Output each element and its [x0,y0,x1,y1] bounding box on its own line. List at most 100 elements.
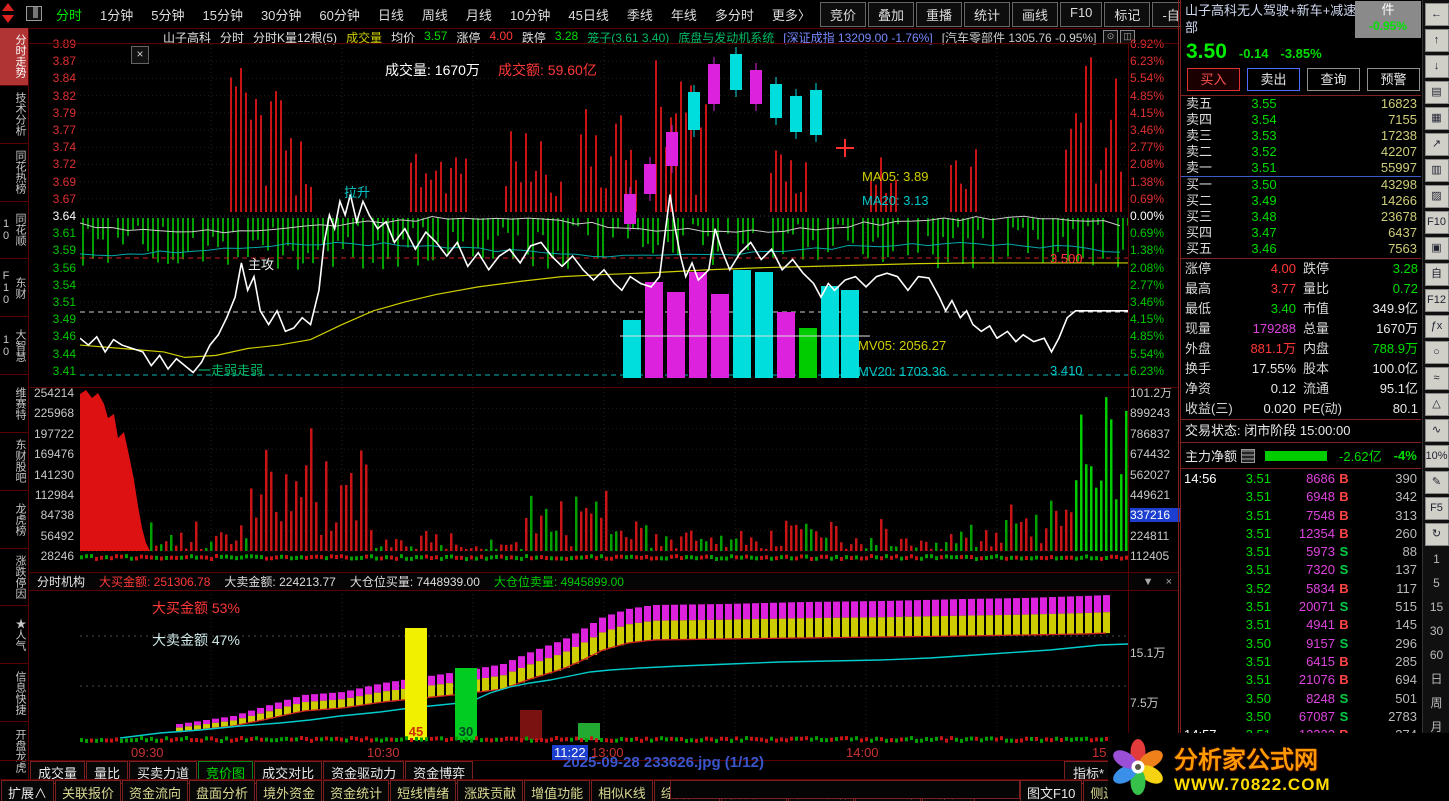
toolbar-icon-▤[interactable]: ▤ [1424,81,1449,104]
order-book-row[interactable]: 买三 3.48 23678 [1181,209,1421,225]
menubar-period[interactable]: 1分钟 [92,2,141,27]
toolbar-period-日[interactable]: 日 [1426,669,1448,690]
main-intraday-chart[interactable] [80,44,1128,388]
trade-row[interactable]: 3.51 7320 S 137 [1181,561,1421,579]
trade-row[interactable]: 3.51 20071 S 515 [1181,598,1421,616]
tab-短线情绪[interactable]: 短线情绪 [390,780,457,801]
menubar-period[interactable]: 日线 [370,2,412,27]
order-book-row[interactable]: 卖三 3.53 17238 [1181,128,1421,144]
order-book-row[interactable]: 卖一 3.51 55997 [1181,160,1421,176]
toolbar-icon-自[interactable]: 自 [1424,263,1449,286]
toolbar-icon-↑[interactable]: ↑ [1424,29,1449,52]
trade-row[interactable]: 3.51 6948 B 342 [1181,488,1421,506]
trade-row[interactable]: 3.51 7548 B 313 [1181,507,1421,525]
toolbar-icon-10%[interactable]: 10% [1424,445,1449,468]
trade-row[interactable]: 3.50 67087 S 2783 [1181,708,1421,726]
toolbar-period-周[interactable]: 周 [1426,693,1448,714]
trade-row[interactable]: 3.51 6415 B 285 [1181,653,1421,671]
menubar-period[interactable]: 季线 [619,2,661,27]
menubar-tool[interactable]: 画线 [1012,1,1059,27]
menubar-period[interactable]: 10分钟 [502,2,558,27]
toolbar-icon-△[interactable]: △ [1424,393,1449,416]
sidebar-item[interactable]: 涨跌停因 [0,549,28,607]
sidebar-item[interactable]: 技术分析 [0,86,28,144]
toolbar-icon-F5[interactable]: F5 [1424,497,1449,520]
menubar-tool[interactable]: 叠加 [867,1,914,27]
menubar-period[interactable]: 周线 [414,2,456,27]
menubar-period[interactable]: 更多〉 [764,2,819,27]
doc-icon[interactable] [1241,448,1256,463]
toolbar-period-15[interactable]: 15 [1426,597,1448,618]
tab-增值功能[interactable]: 增值功能 [524,780,591,801]
order-book-row[interactable]: 买五 3.46 7563 [1181,241,1421,257]
toolbar-icon-↗[interactable]: ↗ [1424,133,1449,156]
sidebar-item[interactable]: 龙虎榜 [0,491,28,549]
tab-资金流向[interactable]: 资金流向 [122,780,189,801]
sub-close-icon[interactable]: × [1166,576,1172,588]
collapse-icon[interactable]: ▼ [1143,576,1154,588]
trade-row[interactable]: 14:56 3.51 8686 B 390 [1181,470,1421,488]
button-卖出[interactable]: 卖出 [1247,68,1300,91]
sidebar-item[interactable]: ★人气 [0,606,28,665]
trade-row[interactable]: 3.51 21076 B 694 [1181,671,1421,689]
toolbar-icon-F10[interactable]: F10 [1424,211,1449,234]
sidebar-item[interactable]: 维赛特 [0,375,28,433]
toolbar-icon-∿[interactable]: ∿ [1424,419,1449,442]
header-pin-icon[interactable]: ⊙ [1103,30,1118,44]
sidebar-item[interactable]: 同花热榜 [0,144,28,202]
menubar-period[interactable]: 45日线 [560,2,616,27]
menubar-period[interactable]: 15分钟 [194,2,250,27]
sidebar-item[interactable]: 信息快捷 [0,664,28,723]
toolbar-icon-▨[interactable]: ▨ [1424,185,1449,208]
order-book-row[interactable]: 卖五 3.55 16823 [1181,96,1421,112]
order-book-row[interactable]: 卖四 3.54 7155 [1181,112,1421,128]
toolbar-icon-≈[interactable]: ≈ [1424,367,1449,390]
toolbar-period-60[interactable]: 60 [1426,645,1448,666]
menubar-tool[interactable]: 竞价 [819,1,866,27]
toolbar-period-30[interactable]: 30 [1426,621,1448,642]
trade-row[interactable]: 3.50 8248 S 501 [1181,690,1421,708]
button-买入[interactable]: 买入 [1187,68,1240,91]
menubar-period[interactable]: 5分钟 [143,2,192,27]
button-查询[interactable]: 查询 [1307,68,1360,91]
sidebar-item[interactable]: 开盘龙虎 [0,722,28,780]
menubar-period[interactable]: 30分钟 [253,2,309,27]
trade-row[interactable]: 3.51 4941 B 145 [1181,616,1421,634]
menubar-tool[interactable]: 重播 [915,1,962,27]
menubar-period[interactable]: 年线 [663,2,705,27]
toolbar-icon-○[interactable]: ○ [1424,341,1449,364]
tab-资金统计[interactable]: 资金统计 [323,780,390,801]
menubar-tool[interactable]: F10 [1060,1,1103,27]
toolbar-icon-▣[interactable]: ▣ [1424,237,1449,260]
menubar-tool[interactable]: 统计 [963,1,1010,27]
sidebar-item[interactable]: 大智慧10 [0,317,28,376]
trade-row[interactable]: 3.51 5973 S 88 [1181,543,1421,561]
tab-境外资金[interactable]: 境外资金 [256,780,323,801]
tab-关联报价[interactable]: 关联报价 [55,780,122,801]
trade-row[interactable]: 3.51 12354 B 260 [1181,525,1421,543]
toolbar-icon-↓[interactable]: ↓ [1424,55,1449,78]
menubar-period[interactable]: 多分时 [707,2,762,27]
menubar-tool[interactable]: 标记 [1104,1,1151,27]
sidebar-item[interactable]: 同花顺10 [0,202,28,260]
tab-涨跌贡献[interactable]: 涨跌贡献 [457,780,524,801]
menubar-period[interactable]: 60分钟 [311,2,367,27]
scroll-arrows-icon[interactable] [2,3,16,25]
toolbar-icon-F12[interactable]: F12 [1424,289,1449,312]
toolbar-icon-ƒx[interactable]: ƒx [1424,315,1449,338]
toolbar-icon-←[interactable]: ← [1424,3,1449,26]
sidebar-item[interactable]: 东财F10 [0,259,28,318]
tab-盘面分析[interactable]: 盘面分析 [189,780,256,801]
trade-row[interactable]: 3.52 5834 B 117 [1181,580,1421,598]
window-split-icon[interactable] [26,6,42,21]
toolbar-icon-↻[interactable]: ↻ [1424,523,1449,546]
menubar-period[interactable]: 月线 [458,2,500,27]
order-book-row[interactable]: 买一 3.50 43298 [1181,177,1421,193]
toolbar-period-1[interactable]: 1 [1426,549,1448,570]
order-book-row[interactable]: 卖二 3.52 42207 [1181,144,1421,160]
toolbar-icon-▦[interactable]: ▦ [1424,107,1449,130]
tab-图文F10[interactable]: 图文F10 [1020,780,1083,801]
button-预警[interactable]: 预警 [1367,68,1420,91]
scroll-down-icon[interactable] [2,15,14,23]
sidebar-item[interactable]: 东财股吧 [0,433,28,491]
